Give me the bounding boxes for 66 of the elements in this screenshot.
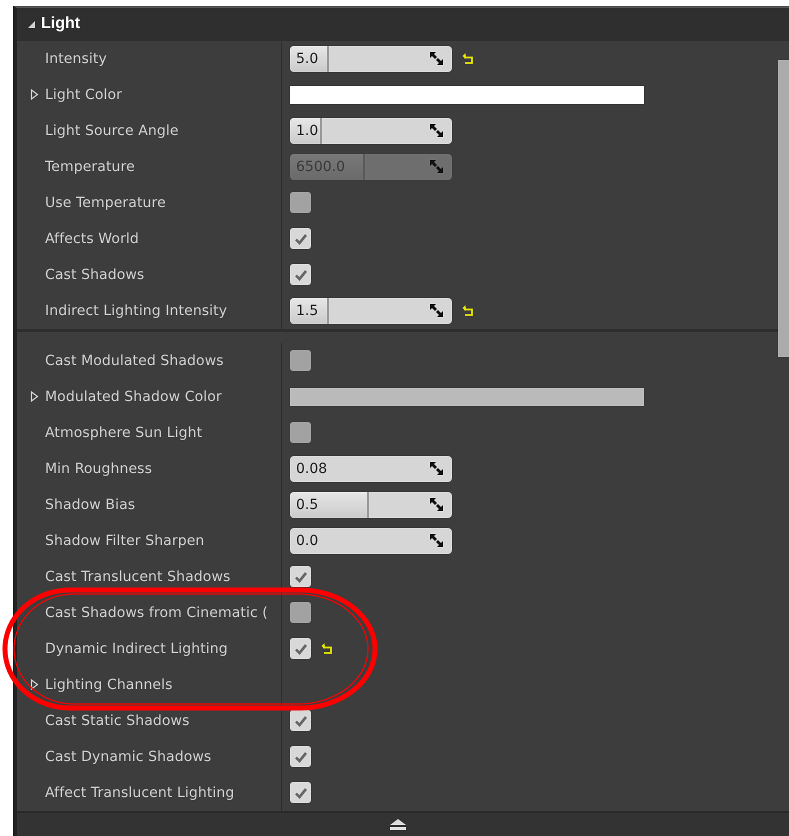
expand-triangle-icon[interactable]: [30, 679, 39, 690]
property-label: Cast Static Shadows: [45, 712, 190, 729]
property-label: Affects World: [45, 230, 139, 247]
color-swatch[interactable]: [290, 388, 644, 406]
checkbox[interactable]: [290, 638, 311, 660]
check-icon: [294, 750, 308, 763]
property-label: Use Temperature: [45, 194, 166, 211]
resize-arrows-icon: [430, 462, 443, 476]
collapse-triangle-icon[interactable]: [27, 20, 36, 29]
checkbox[interactable]: [290, 192, 311, 214]
check-icon: [294, 570, 308, 583]
number-field[interactable]: 0.0: [290, 528, 452, 554]
property-label: Lighting Channels: [45, 676, 173, 693]
property-label: Cast Modulated Shadows: [45, 352, 224, 369]
resize-arrows-icon: [430, 160, 443, 174]
resize-arrows-icon: [430, 498, 443, 512]
checkbox[interactable]: [290, 602, 311, 624]
property-label: Modulated Shadow Color: [45, 388, 222, 405]
number-field[interactable]: 5.0: [290, 46, 452, 72]
check-icon: [294, 714, 308, 727]
property-label: Cast Shadows from Cinematic (: [45, 604, 268, 621]
checkbox[interactable]: [290, 746, 311, 768]
check-icon: [294, 268, 308, 281]
expand-triangle-icon[interactable]: [30, 391, 39, 402]
reset-arrow-icon[interactable]: [462, 304, 474, 317]
reset-arrow-icon[interactable]: [462, 52, 474, 65]
property-label: Cast Translucent Shadows: [45, 568, 230, 585]
resize-arrows-icon: [430, 534, 443, 548]
number-field[interactable]: 0.5: [290, 492, 452, 518]
property-label: Intensity: [45, 50, 107, 67]
checkbox[interactable]: [290, 350, 311, 372]
property-label: Cast Shadows: [45, 266, 144, 283]
property-label: Dynamic Indirect Lighting: [45, 640, 228, 657]
property-label: Affect Translucent Lighting: [45, 784, 234, 801]
checkbox[interactable]: [290, 782, 311, 804]
check-icon: [294, 232, 308, 245]
reset-arrow-icon[interactable]: [321, 642, 333, 655]
checkbox[interactable]: [290, 264, 311, 286]
checkbox[interactable]: [290, 566, 311, 588]
property-label: Light Source Angle: [45, 122, 179, 139]
check-icon: [294, 642, 308, 655]
property-label: Atmosphere Sun Light: [45, 424, 202, 441]
number-field: 6500.0: [290, 154, 452, 180]
checkbox[interactable]: [290, 228, 311, 250]
resize-arrows-icon: [430, 52, 443, 66]
color-swatch[interactable]: [290, 86, 644, 104]
checkbox[interactable]: [290, 422, 311, 444]
number-field[interactable]: 0.08: [290, 456, 452, 482]
resize-arrows-icon: [430, 304, 443, 318]
property-label: Light Color: [45, 86, 122, 103]
section-header[interactable]: Light: [17, 8, 789, 41]
resize-arrows-icon: [430, 124, 443, 138]
number-field[interactable]: 1.0: [290, 118, 452, 144]
expand-triangle-icon[interactable]: [30, 89, 39, 100]
property-label: Cast Dynamic Shadows: [45, 748, 212, 765]
check-icon: [294, 786, 308, 799]
property-label: Shadow Bias: [45, 496, 136, 513]
section-title: Light: [41, 15, 80, 34]
property-label: Shadow Filter Sharpen: [45, 532, 204, 549]
property-label: Indirect Lighting Intensity: [45, 302, 228, 319]
property-label: Temperature: [45, 158, 135, 175]
number-field[interactable]: 1.5: [290, 298, 452, 324]
collapse-icon[interactable]: [390, 818, 406, 830]
scrollbar-thumb[interactable]: [778, 60, 789, 357]
property-label: Min Roughness: [45, 460, 152, 477]
checkbox[interactable]: [290, 710, 311, 732]
